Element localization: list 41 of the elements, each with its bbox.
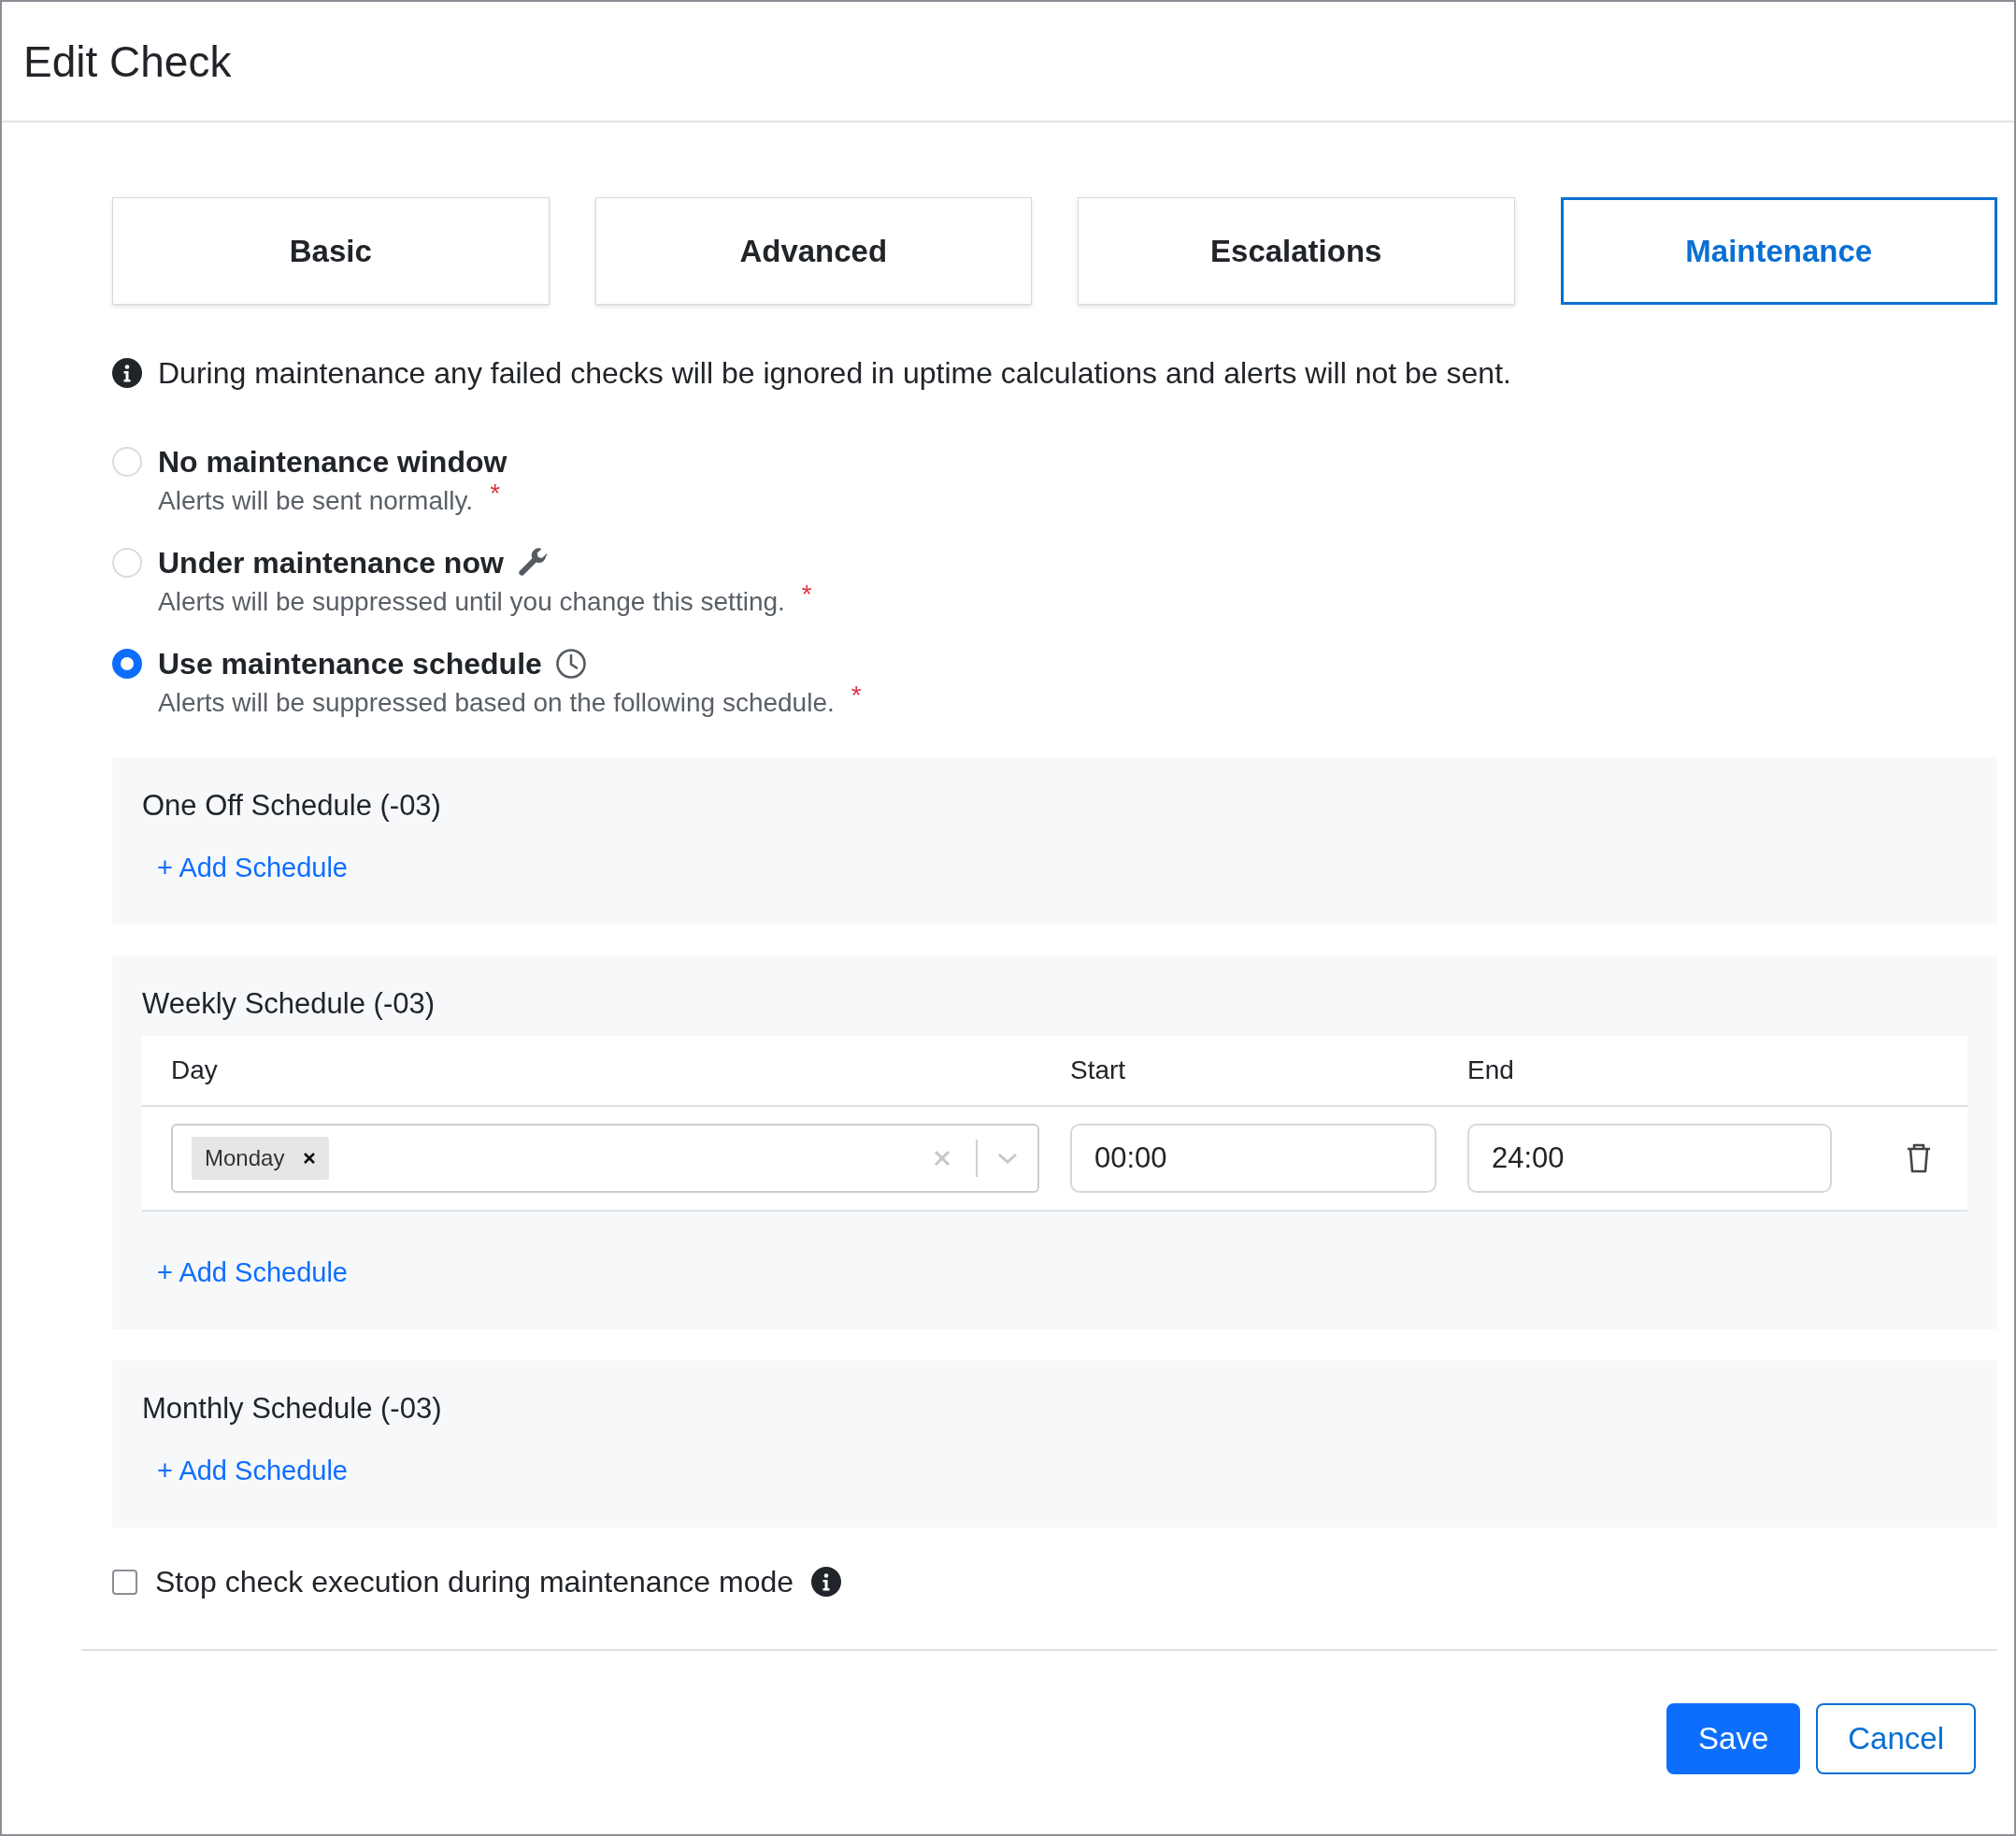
tab[interactable]: Escalations <box>1078 197 1515 305</box>
column-header: End <box>1467 1055 1515 1085</box>
info-icon <box>112 358 142 388</box>
column-header: Start <box>1070 1055 1127 1085</box>
required-mark: * <box>851 681 862 710</box>
section-title: One Off Schedule (-03) <box>142 788 442 824</box>
add-schedule-link[interactable]: + Add Schedule <box>157 1254 348 1291</box>
clock-icon <box>554 648 587 680</box>
end-time-field[interactable]: 24:00 <box>1467 1124 1832 1193</box>
add-schedule-link[interactable]: + Add Schedule <box>157 849 348 886</box>
option-label: Under maintenance now <box>158 545 504 581</box>
required-mark: * <box>801 580 812 610</box>
day-select[interactable]: Monday <box>171 1124 1039 1193</box>
start-time-field[interactable]: 00:00 <box>1070 1124 1437 1193</box>
remove-icon[interactable] <box>303 1152 317 1165</box>
trash-icon[interactable] <box>1906 1142 1932 1174</box>
info-icon <box>811 1567 842 1597</box>
cancel-button[interactable]: Cancel <box>1816 1703 1976 1774</box>
tab[interactable]: Basic <box>112 197 550 305</box>
dialog-title: Edit Check <box>23 36 232 87</box>
column-header: Day <box>171 1055 219 1085</box>
chevron-down-icon[interactable] <box>996 1151 1019 1166</box>
option-label: No maintenance window <box>158 444 508 480</box>
option-label: Use maintenance schedule <box>158 646 542 681</box>
tab[interactable]: Advanced <box>594 197 1032 305</box>
radio-button[interactable] <box>112 649 142 679</box>
option-description: Alerts will be suppressed until you change this setting. <box>158 587 785 617</box>
checkbox[interactable] <box>112 1569 137 1595</box>
clear-icon[interactable] <box>933 1149 951 1168</box>
info-text: During maintenance any failed checks will be ignored in uptime calculations and alerts will not be sent. <box>158 355 1511 391</box>
wrench-icon <box>516 547 549 579</box>
option-description: Alerts will be sent normally. <box>158 486 474 516</box>
save-button[interactable]: Save <box>1666 1703 1801 1774</box>
add-schedule-link[interactable]: + Add Schedule <box>157 1452 348 1489</box>
section-title: Weekly Schedule (-03) <box>142 986 436 1022</box>
section-title: Monthly Schedule (-03) <box>142 1391 443 1427</box>
required-mark: * <box>490 479 501 509</box>
day-tag: Monday <box>192 1137 330 1180</box>
option-description: Alerts will be suppressed based on the following schedule. <box>158 688 835 718</box>
checkbox-label: Stop check execution during maintenance mode <box>155 1564 794 1599</box>
tab[interactable]: Maintenance <box>1560 197 1997 305</box>
